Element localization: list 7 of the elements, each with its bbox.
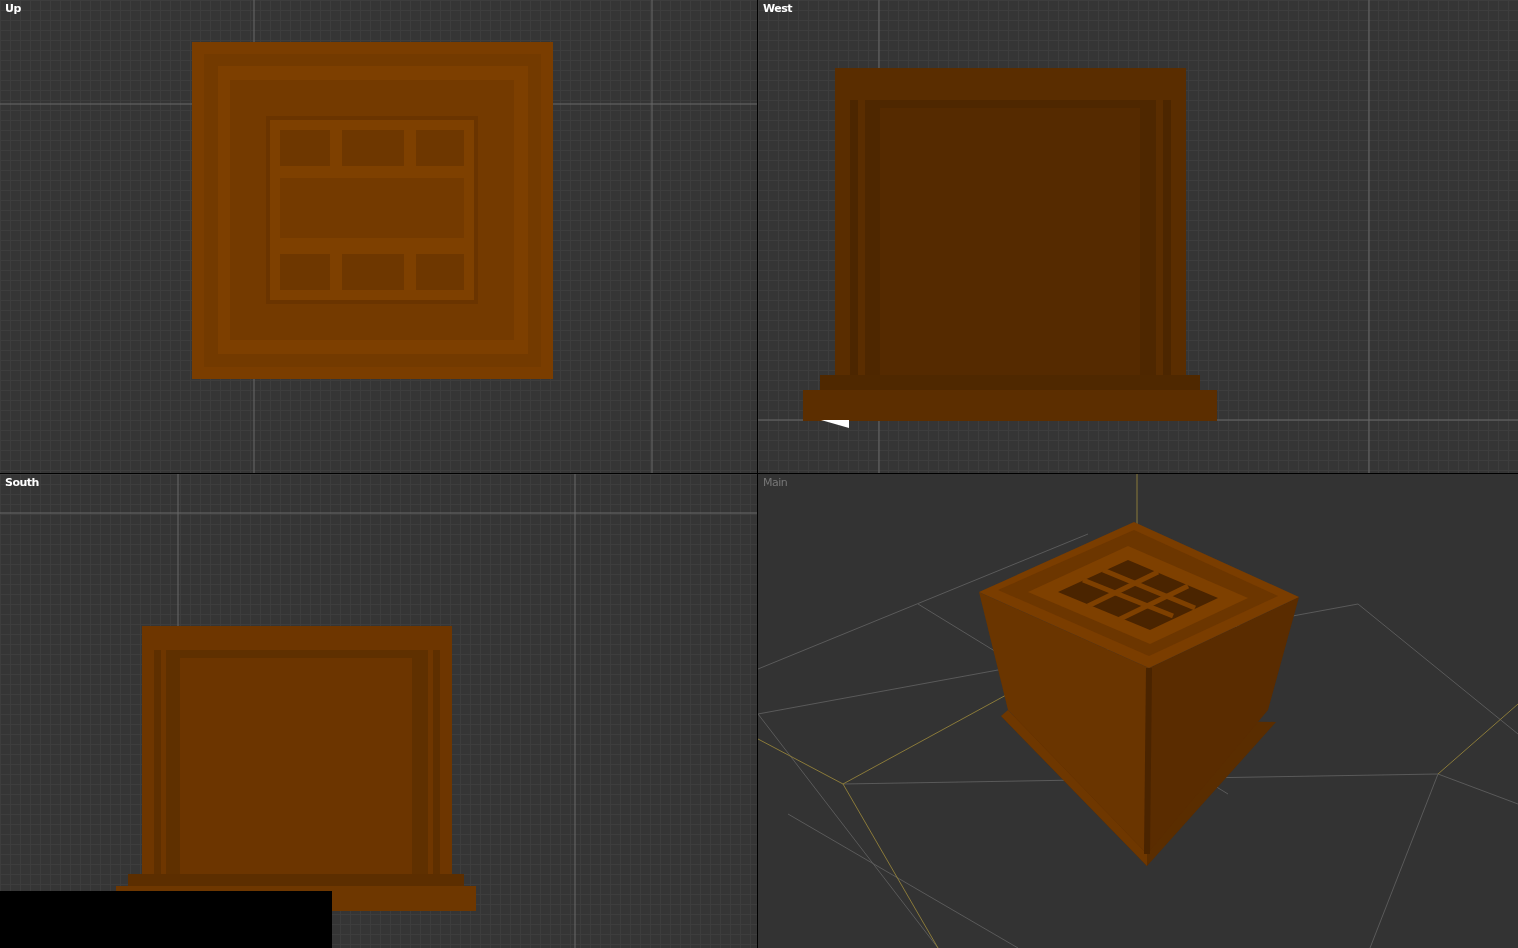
viewport-panel[interactable]: South (0, 474, 757, 948)
viewport-label: South (5, 476, 39, 489)
viewport-label: West (763, 2, 792, 15)
viewport-label: Main (763, 476, 788, 489)
viewport-label: Up (5, 2, 21, 15)
viewport-panel[interactable]: West (758, 0, 1518, 473)
viewport-panel[interactable]: Up (0, 0, 757, 473)
